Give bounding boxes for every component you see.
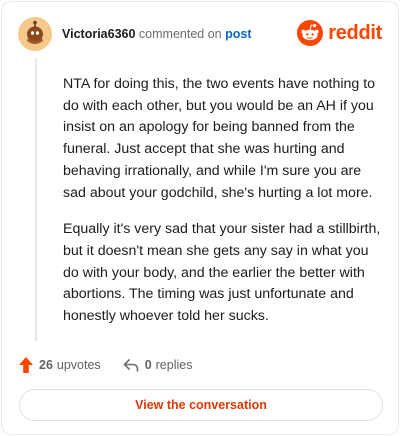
action-text: commented on — [138, 27, 222, 41]
thread-line — [35, 58, 37, 341]
upvote-arrow-icon — [19, 357, 33, 373]
reply-count: 0 — [144, 358, 152, 372]
username-link[interactable]: Victoria6360 — [62, 27, 135, 41]
reply-button[interactable]: 0 replies — [123, 358, 193, 372]
reply-arrow-icon — [123, 359, 138, 372]
brand-wordmark: reddit — [328, 21, 382, 44]
view-conversation-button[interactable]: View the conversation — [19, 389, 383, 421]
reply-label: replies — [155, 358, 193, 372]
upvote-label: upvotes — [56, 358, 101, 372]
comment-body: NTA for doing this, the two events have … — [63, 74, 381, 343]
comment-card: Victoria6360 commented on post reddit NT… — [1, 1, 399, 435]
reddit-logo-icon — [297, 20, 324, 46]
post-link[interactable]: post — [225, 27, 251, 41]
comment-paragraph: NTA for doing this, the two events have … — [63, 76, 376, 201]
comment-paragraph: Equally it's very sad that your sister h… — [63, 221, 381, 325]
avatar-icon[interactable] — [18, 17, 52, 51]
byline: Victoria6360 commented on post — [62, 27, 251, 41]
upvote-count: 26 — [39, 358, 53, 372]
comment-header: Victoria6360 commented on post reddit — [18, 16, 382, 52]
upvote-button[interactable]: 26 upvotes — [19, 357, 101, 373]
brand-logo[interactable]: reddit — [297, 20, 382, 46]
comment-actions: 26 upvotes 0 replies — [19, 355, 192, 375]
